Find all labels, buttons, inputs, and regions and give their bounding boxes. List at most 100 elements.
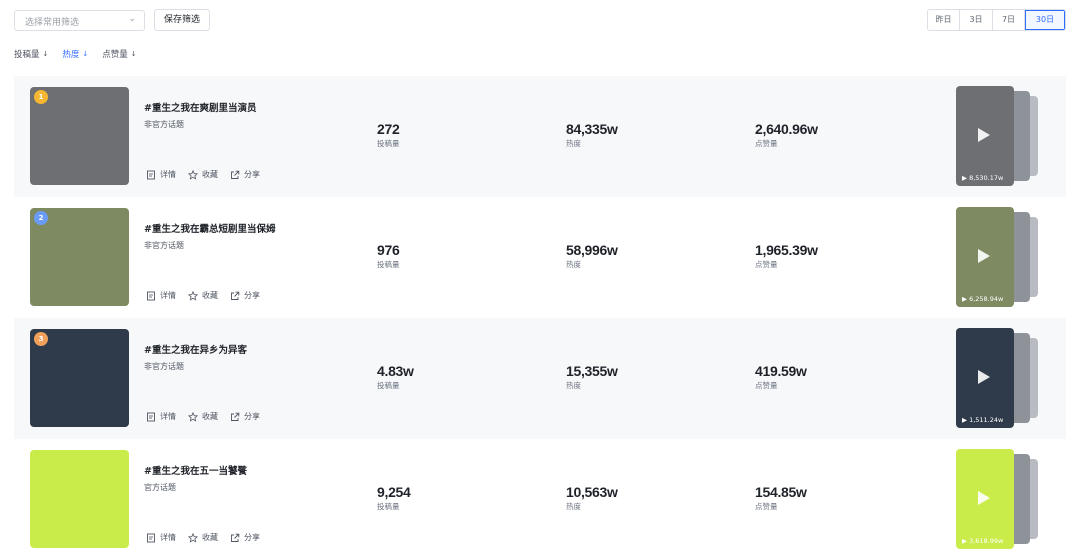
favorite-button[interactable]: 收藏 [188,411,218,422]
detail-label: 详情 [160,291,176,300]
video-count-value: 6,258.94w [969,295,1004,303]
favorite-label: 收藏 [202,291,218,300]
share-label: 分享 [244,533,260,542]
topic-type: 非官方话题 [144,241,184,250]
rank-badge: 1 [34,90,48,104]
video-card-front[interactable]: ▶ 3,618.99w [956,449,1014,549]
posts-label: 投稿量 [377,381,400,390]
video-play-count: ▶ 6,258.94w [962,295,1004,303]
chevron-down-icon: ⌄ [128,14,136,24]
range-7d-button[interactable]: 7日 [993,10,1025,30]
topic-title[interactable]: #重生之我在异乡为异客 [144,342,247,356]
likes-stat: 2,640.96w 点赞量 [755,121,818,149]
share-label: 分享 [244,412,260,421]
posts-label: 投稿量 [377,260,400,269]
detail-button[interactable]: 详情 [146,169,176,180]
document-icon [147,533,155,542]
topic-row[interactable]: 2 #重生之我在霸总短剧里当保姆 非官方话题 详情 收藏 分享 976 投稿量 … [14,197,1066,318]
rank-badge: 2 [34,211,48,225]
posts-value: 272 [377,121,400,137]
range-3d-button[interactable]: 3日 [960,10,993,30]
favorite-button[interactable]: 收藏 [188,532,218,543]
posts-stat: 976 投稿量 [377,242,400,270]
document-icon [147,412,155,421]
sort-down-icon: ↓ [82,50,89,58]
play-icon [978,128,990,142]
common-filter-select[interactable]: 选择常用筛选 ⌄ [14,10,145,31]
video-count-value: 1,511.24w [969,416,1004,424]
video-count-value: 3,618.99w [969,537,1004,545]
topic-thumbnail[interactable]: 2 [30,208,129,306]
play-icon [978,249,990,263]
posts-label: 投稿量 [377,139,400,148]
play-icon [978,491,990,505]
favorite-label: 收藏 [202,170,218,179]
likes-value: 419.59w [755,363,807,379]
rank-badge: 3 [34,332,48,346]
sort-heat[interactable]: 热度 ↓ [62,47,88,61]
share-button[interactable]: 分享 [230,411,260,422]
share-label: 分享 [244,170,260,179]
share-icon [231,170,240,179]
topic-title[interactable]: #重生之我在五一当饕餮 [144,463,247,477]
likes-stat: 1,965.39w 点赞量 [755,242,818,270]
likes-label: 点赞量 [755,139,778,148]
detail-button[interactable]: 详情 [146,290,176,301]
likes-value: 2,640.96w [755,121,818,137]
posts-value: 976 [377,242,400,258]
filter-select-placeholder: 选择常用筛选 [25,18,80,28]
toolbar: 选择常用筛选 ⌄ 保存筛选 昨日 3日 7日 30日 [0,0,1080,44]
detail-label: 详情 [160,412,176,421]
sort-posts[interactable]: 投稿量 ↓ [14,47,48,61]
topic-row[interactable]: 1 #重生之我在爽剧里当演员 非官方话题 详情 收藏 分享 272 投稿量 84… [14,76,1066,197]
favorite-button[interactable]: 收藏 [188,169,218,180]
range-yesterday-button[interactable]: 昨日 [928,10,960,30]
topic-list: 1 #重生之我在爽剧里当演员 非官方话题 详情 收藏 分享 272 投稿量 84… [14,76,1066,560]
topic-type: 非官方话题 [144,120,184,129]
favorite-button[interactable]: 收藏 [188,290,218,301]
topic-row[interactable]: #重生之我在五一当饕餮 官方话题 详情 收藏 分享 9,254 投稿量 10,5… [14,439,1066,560]
detail-button[interactable]: 详情 [146,411,176,422]
likes-label: 点赞量 [755,381,778,390]
date-range-tabs: 昨日 3日 7日 30日 [927,9,1066,31]
detail-label: 详情 [160,533,176,542]
video-card-front[interactable]: ▶ 1,511.24w [956,328,1014,428]
topic-thumbnail[interactable]: 3 [30,329,129,427]
topic-actions: 详情 收藏 分享 [146,411,260,422]
sort-likes[interactable]: 点赞量 ↓ [102,47,136,61]
video-stack[interactable]: ▶ 6,258.94w [956,207,1046,307]
video-play-count: ▶ 8,530.17w [962,174,1004,182]
topic-title[interactable]: #重生之我在爽剧里当演员 [144,100,256,114]
document-icon [147,291,155,300]
star-icon [188,532,198,543]
topic-row[interactable]: 3 #重生之我在异乡为异客 非官方话题 详情 收藏 分享 4.83w 投稿量 1… [14,318,1066,439]
video-card-front[interactable]: ▶ 6,258.94w [956,207,1014,307]
topic-actions: 详情 收藏 分享 [146,290,260,301]
heat-stat: 15,355w 热度 [566,363,618,391]
sort-bar: 投稿量 ↓ 热度 ↓ 点赞量 ↓ [14,47,137,61]
heat-stat: 10,563w 热度 [566,484,618,512]
heat-value: 15,355w [566,363,618,379]
heat-stat: 84,335w 热度 [566,121,618,149]
star-icon [188,169,198,180]
detail-button[interactable]: 详情 [146,532,176,543]
share-button[interactable]: 分享 [230,169,260,180]
heat-label: 热度 [566,139,581,148]
detail-label: 详情 [160,170,176,179]
sort-heat-label: 热度 [62,50,80,60]
heat-label: 热度 [566,381,581,390]
video-card-front[interactable]: ▶ 8,530.17w [956,86,1014,186]
star-icon [188,290,198,301]
video-stack[interactable]: ▶ 1,511.24w [956,328,1046,428]
save-filter-button[interactable]: 保存筛选 [154,9,210,31]
sort-likes-label: 点赞量 [102,50,128,60]
topic-thumbnail[interactable] [30,450,129,548]
video-stack[interactable]: ▶ 3,618.99w [956,449,1046,549]
topic-title[interactable]: #重生之我在霸总短剧里当保姆 [144,221,275,235]
video-stack[interactable]: ▶ 8,530.17w [956,86,1046,186]
sort-down-icon: ↓ [42,50,49,58]
share-button[interactable]: 分享 [230,532,260,543]
share-button[interactable]: 分享 [230,290,260,301]
topic-thumbnail[interactable]: 1 [30,87,129,185]
range-30d-button[interactable]: 30日 [1025,10,1065,30]
